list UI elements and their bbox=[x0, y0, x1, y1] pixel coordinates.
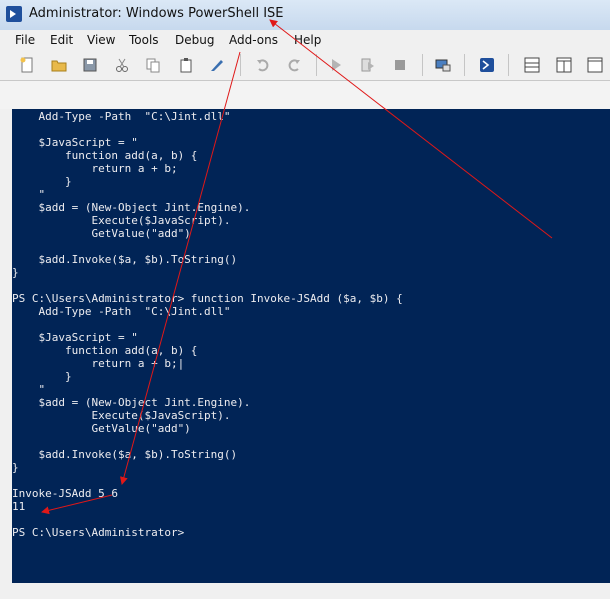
toolbar-separator bbox=[508, 54, 509, 76]
toolbar-separator bbox=[316, 54, 317, 76]
menu-file[interactable]: File bbox=[15, 33, 35, 47]
new-icon[interactable] bbox=[17, 55, 37, 75]
menu-debug[interactable]: Debug bbox=[175, 33, 214, 47]
menu-edit[interactable]: Edit bbox=[50, 33, 73, 47]
menu-view[interactable]: View bbox=[87, 33, 115, 47]
console-line: } bbox=[12, 461, 19, 474]
toolbar-separator bbox=[464, 54, 465, 76]
console-line: return a + b; bbox=[12, 162, 178, 175]
console-line: 11 bbox=[12, 500, 26, 513]
menu-help[interactable]: Help bbox=[294, 33, 321, 47]
redo-icon[interactable] bbox=[284, 55, 304, 75]
console-line: function add(a, b) { bbox=[12, 149, 198, 162]
undo-icon[interactable] bbox=[253, 55, 273, 75]
console-line: Execute($JavaScript). bbox=[12, 409, 231, 422]
status-area bbox=[12, 583, 610, 599]
copy-icon[interactable] bbox=[143, 55, 163, 75]
console-line: PS C:\Users\Administrator> bbox=[12, 526, 185, 539]
tab-strip bbox=[0, 81, 610, 109]
console-line: Invoke-JSAdd 5 6 bbox=[12, 487, 118, 500]
console-line: $JavaScript = " bbox=[12, 136, 138, 149]
run-icon[interactable] bbox=[326, 55, 346, 75]
console-line: $JavaScript = " bbox=[12, 331, 138, 344]
console-line: } bbox=[12, 266, 19, 279]
console-line: function add(a, b) { bbox=[12, 344, 198, 357]
cut-icon[interactable] bbox=[112, 55, 132, 75]
console-line: GetValue("add") bbox=[12, 227, 191, 240]
console-line: GetValue("add") bbox=[12, 422, 191, 435]
console-line: PS C:\Users\Administrator> function Invo… bbox=[12, 292, 403, 305]
window-title: Administrator: Windows PowerShell ISE bbox=[29, 6, 284, 21]
save-icon[interactable] bbox=[80, 55, 100, 75]
console-line: $add = (New-Object Jint.Engine). bbox=[12, 201, 251, 214]
show-script-pane-top-icon[interactable] bbox=[522, 55, 542, 75]
show-script-pane-right-icon[interactable] bbox=[554, 55, 574, 75]
show-script-pane-maximized-icon[interactable] bbox=[585, 55, 605, 75]
toolbar-separator bbox=[240, 54, 241, 76]
run-selection-icon[interactable] bbox=[358, 55, 378, 75]
start-powershell-exe-icon[interactable] bbox=[477, 55, 497, 75]
console-line: " bbox=[12, 188, 46, 201]
console-line: } bbox=[12, 175, 72, 188]
console-line: } bbox=[12, 370, 72, 383]
console-line: Execute($JavaScript). bbox=[12, 214, 231, 227]
console-line: $add = (New-Object Jint.Engine). bbox=[12, 396, 251, 409]
title-bar: Administrator: Windows PowerShell ISE bbox=[0, 0, 610, 31]
open-icon[interactable] bbox=[49, 55, 69, 75]
toolbar-separator bbox=[422, 54, 423, 76]
console-line: $add.Invoke($a, $b).ToString() bbox=[12, 448, 238, 461]
console-line: Add-Type -Path "C:\Jint.dll" bbox=[12, 305, 231, 318]
clear-console-icon[interactable] bbox=[207, 55, 227, 75]
toolbar bbox=[0, 50, 610, 81]
remote-powershell-icon[interactable] bbox=[433, 55, 453, 75]
console-line: $add.Invoke($a, $b).ToString() bbox=[12, 253, 238, 266]
console-line: Add-Type -Path "C:\Jint.dll" bbox=[12, 110, 231, 123]
console-line: " bbox=[12, 383, 46, 396]
console-line: return a + b;| bbox=[12, 357, 185, 370]
stop-icon[interactable] bbox=[390, 55, 410, 75]
paste-icon[interactable] bbox=[176, 55, 196, 75]
menu-bar: File Edit View Tools Debug Add-ons Help bbox=[0, 30, 610, 50]
menu-add-ons[interactable]: Add-ons bbox=[229, 33, 278, 47]
menu-tools[interactable]: Tools bbox=[129, 33, 159, 47]
powershell-icon bbox=[6, 6, 22, 22]
